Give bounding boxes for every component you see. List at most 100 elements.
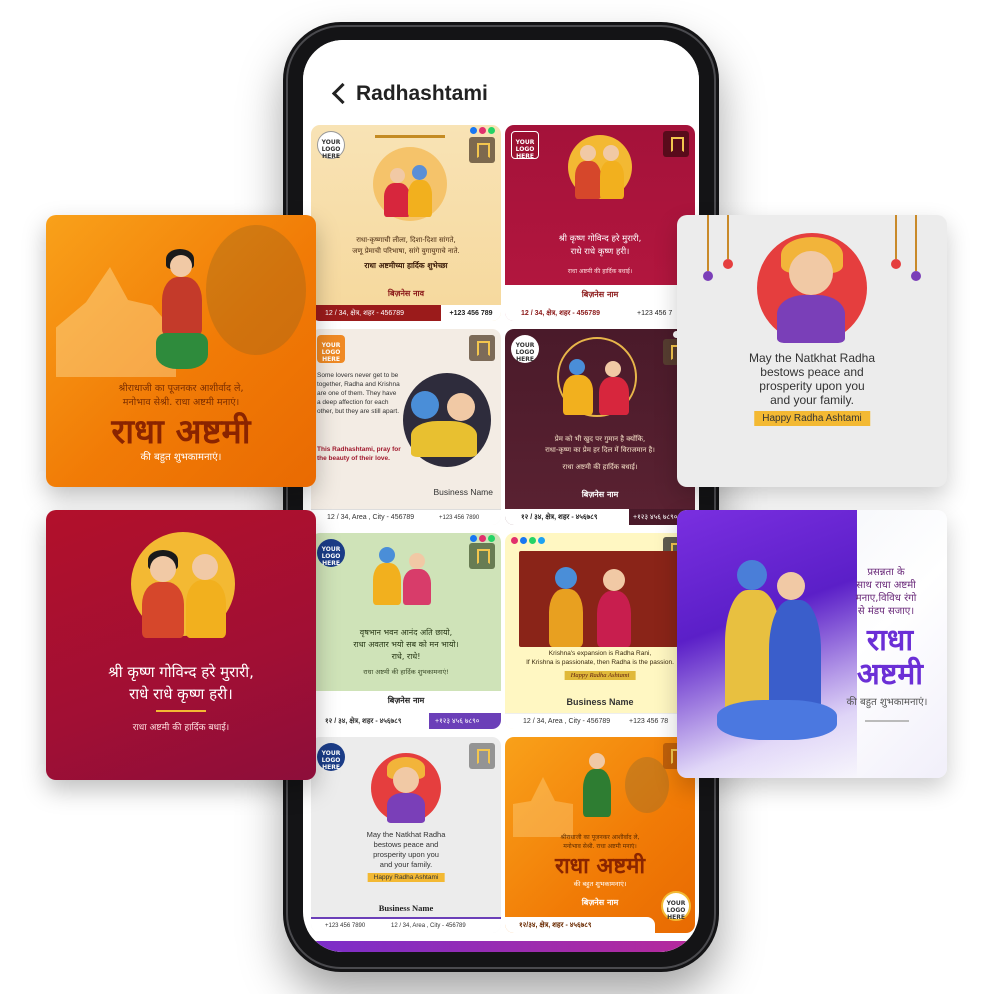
- logo-placeholder: YOUR LOGO HERE: [317, 743, 345, 771]
- radha-figure: [170, 255, 192, 277]
- footer-bar: 12 / 34, क्षेत्र, शहर - 456789 +123 456 …: [311, 305, 501, 321]
- greeting-badge: Happy Radha Ashtami: [367, 873, 445, 882]
- divider: [156, 710, 206, 712]
- preview-card-krishna-govind[interactable]: श्री कृष्ण गोविन्द हरे मुरारी, राधे राधे…: [46, 510, 316, 780]
- headline: राधा अष्टमी: [111, 412, 251, 452]
- template-card[interactable]: YOUR LOGO HERE राधा-कृष्णाची लीला, दिशा-…: [311, 125, 501, 321]
- temple-silhouette: [513, 777, 573, 837]
- template-card[interactable]: YOUR LOGO HERE वृषभान भवन आनंद अति छायो,…: [311, 533, 501, 729]
- logo-placeholder: YOUR LOGO HERE: [661, 891, 691, 921]
- footer-address: १२ / ३४, क्षेत्र, शहर - ४५६७८९: [325, 717, 402, 725]
- greeting-badge: Happy Radha Ashtami: [564, 671, 636, 680]
- radha-figure: [409, 553, 425, 569]
- verse-line-2: राधा-कृष्ण का प्रेम हर दिल में विराजमान …: [545, 446, 655, 454]
- footer-phone: +123 456 7890: [439, 514, 480, 521]
- verse-line-4: से मंडप सजाए।: [857, 606, 915, 617]
- krishna-figure: [555, 567, 577, 589]
- footer-bar: 12 / 34, Area , City - 456789 +123 456 7…: [311, 509, 501, 525]
- radha-figure: [150, 556, 176, 582]
- template-card[interactable]: YOUR LOGO HERE May the Natkhat Radha bes…: [311, 737, 501, 933]
- logo-placeholder: YOUR LOGO HERE: [317, 335, 345, 363]
- bookmark-icon[interactable]: [469, 335, 495, 361]
- radha-figure: [605, 361, 621, 377]
- message-line-3: prosperity upon you: [759, 379, 865, 393]
- bookmark-icon[interactable]: [469, 743, 495, 769]
- krishna-figure: [411, 391, 439, 419]
- greeting-line: राधा अष्टमी की हार्दिक बधाई।: [132, 723, 230, 733]
- verse-line-2: राधे राधे कृष्ण हरी।: [129, 685, 233, 703]
- template-card[interactable]: श्रीराधाजी का पूजनकर आशीर्वाद ले, मनोभाव…: [505, 737, 695, 933]
- footer-bar: 12 / 34, क्षेत्र, शहर - 456789 +123 456 …: [505, 305, 695, 321]
- verse-block: प्रसन्नता के साथ राधा अष्टमी मनाए,विविध …: [829, 566, 943, 618]
- card-body-text: Some lovers never get to be together, Ra…: [317, 372, 400, 415]
- krishna-figure: [379, 547, 395, 563]
- business-name: बिज़नेस नाम: [387, 696, 425, 705]
- footer-bar: 12 / 34, Area , City - 456789 +123 456 7…: [505, 713, 695, 729]
- template-card[interactable]: YOUR LOGO HERE श्री कृष्ण गोविन्द हरे मु…: [505, 125, 695, 321]
- bookmark-icon[interactable]: [663, 131, 689, 157]
- radha-figure: [580, 145, 596, 161]
- logo-placeholder: YOUR LOGO HERE: [317, 539, 345, 567]
- footer-phone: +१२३ ४५६ ७८९०: [429, 713, 501, 729]
- krishna-figure: [603, 145, 619, 161]
- back-arrow-icon[interactable]: [329, 82, 353, 106]
- radha-figure: [777, 572, 805, 600]
- template-card[interactable]: Krishna's expansion is Radha Rani, If Kr…: [505, 533, 695, 729]
- krishna-face: [625, 757, 669, 813]
- message-line-2: bestows peace and: [373, 840, 439, 849]
- footer-address: १२ / ३४, क्षेत्र, शहर - ४५६७८९: [521, 513, 598, 521]
- verse-line-2: राधा अवतार भयो सब को मन भायो।: [353, 640, 459, 649]
- verse-line-2: राधे राधे कृष्ण हरी।: [570, 247, 630, 257]
- message-line-2: bestows peace and: [760, 365, 864, 379]
- page-title: Radhashtami: [356, 82, 488, 105]
- footer-address: 12 / 34, Area , City - 456789: [391, 923, 466, 929]
- preview-card-radha-ashtami-purple[interactable]: प्रसन्नता के साथ राधा अष्टमी मनाए,विविध …: [677, 510, 947, 778]
- card-highlight-text: This Radhashtami, pray for the beauty of…: [317, 446, 401, 462]
- template-card[interactable]: YOUR LOGO HERE प्रेम को भी खुद पर गुमान …: [505, 329, 695, 525]
- verse-line-1: वृषभान भवन आनंद अति छायो,: [359, 628, 453, 637]
- logo-placeholder: YOUR LOGO HERE: [317, 131, 345, 160]
- message-line-4: and your family.: [379, 860, 433, 869]
- template-card[interactable]: YOUR LOGO HERE Some lovers never get to …: [311, 329, 501, 525]
- social-icons: [470, 535, 495, 542]
- message-line-1: May the Natkhat Radha: [748, 351, 876, 365]
- bookmark-icon[interactable]: [469, 543, 495, 569]
- verse-line-1: श्रीराधाजी का पूजनकर आशीर्वाद ले,: [560, 834, 640, 841]
- logo-placeholder: YOUR LOGO HERE: [511, 131, 539, 160]
- template-grid[interactable]: YOUR LOGO HERE राधा-कृष्णाची लीला, दिशा-…: [307, 125, 695, 952]
- phone-mockup: Radhashtami YOUR LOGO HERE राधा-कृष्णाची…: [283, 22, 719, 972]
- footer-bar: +123 456 7890 12 / 34, Area , City - 456…: [311, 917, 501, 933]
- verse-line-1: प्रेम को भी खुद पर गुमान है क्योंकि,: [554, 435, 646, 443]
- social-icons: [470, 127, 495, 134]
- footer-address: 12 / 34, क्षेत्र, शहर - 456789: [311, 305, 441, 321]
- footer-phone: +123 456 789: [449, 309, 493, 317]
- preview-card-natkhat-radha[interactable]: May the Natkhat Radha bestows peace and …: [677, 215, 947, 487]
- verse-line-2: जणू प्रेमाची परिभाषा, सांगे युगायुगाचे न…: [352, 247, 460, 255]
- radha-figure: [789, 251, 833, 295]
- preview-card-radha-ashtami-orange[interactable]: श्रीराधाजी का पूजनकर आशीर्वाद ले, मनोभाव…: [46, 215, 316, 487]
- headline-line-1: राधा: [866, 623, 914, 658]
- verse-line-1: श्री कृष्ण गोविन्द हरे मुरारी,: [558, 234, 642, 244]
- bookmark-icon[interactable]: [469, 137, 495, 163]
- footer-address: १२/३४, क्षेत्र, शहर - ४५६७८९: [519, 921, 592, 929]
- footer-bar: १२ / ३४, क्षेत्र, शहर - ४५६७८९ +१२३ ४५६ …: [505, 509, 695, 525]
- next-row-peek: [311, 941, 691, 952]
- business-name: बिज़नेस नाम: [581, 490, 619, 499]
- business-name: Business Name: [378, 903, 434, 913]
- greeting-sub: की बहुत शुभकामनाएं।: [846, 697, 928, 708]
- radha-figure: [603, 569, 625, 591]
- greeting-line: राधा अष्टमी की हार्दिक शुभकामनाएं!: [363, 668, 449, 676]
- krishna-figure: [192, 554, 218, 580]
- divider: [865, 720, 909, 722]
- krishna-figure: [569, 359, 585, 375]
- message-line-4: and your family.: [770, 393, 854, 407]
- verse-line-1: राधा-कृष्णाची लीला, दिशा-दिशा सांगते,: [356, 236, 456, 244]
- krishna-figure: [412, 165, 427, 180]
- verse-line-3: मनाए,विविध रंगो: [855, 593, 917, 604]
- verse-line-1: श्री कृष्ण गोविन्द हरे मुरारी,: [108, 663, 254, 681]
- logo-placeholder: YOUR LOGO HERE: [511, 335, 539, 363]
- radha-figure: [447, 393, 475, 421]
- verse-line-1: प्रसन्नता के: [867, 567, 905, 578]
- footer-bar: १२/३४, क्षेत्र, शहर - ४५६७८९: [505, 917, 655, 933]
- phone-screen: Radhashtami YOUR LOGO HERE राधा-कृष्णाची…: [303, 40, 699, 952]
